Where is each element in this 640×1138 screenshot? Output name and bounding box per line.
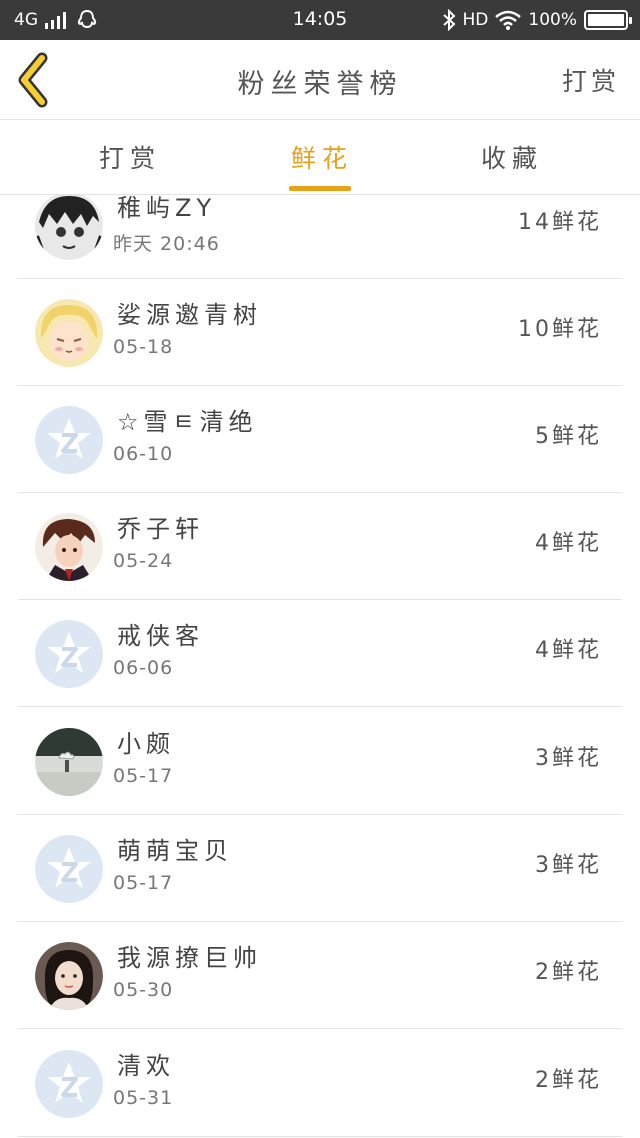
- flower-count: 10鲜花: [518, 317, 602, 342]
- avatar[interactable]: [35, 195, 103, 260]
- status-bar: 4G 14:05 HD 100%: [0, 0, 640, 40]
- gift-date: 05-17: [113, 872, 174, 894]
- user-name: ☆雪ㅌ清绝: [117, 408, 258, 436]
- bluetooth-icon: [442, 9, 455, 31]
- nav-bar: 粉丝荣誉榜 打赏: [0, 40, 640, 120]
- gift-date: 05-18: [113, 336, 174, 358]
- user-name: 小颇: [117, 730, 175, 758]
- tip-button[interactable]: 打赏: [562, 62, 620, 98]
- page-title: 粉丝荣誉榜: [237, 69, 403, 100]
- user-name: 萌萌宝贝: [117, 837, 233, 865]
- avatar[interactable]: [35, 513, 103, 581]
- list-item[interactable]: 稚屿ZY 昨天 20:46 14鲜花: [18, 195, 622, 279]
- battery-icon: [584, 10, 632, 30]
- flower-count: 5鲜花: [535, 424, 602, 449]
- flower-count: 14鲜花: [518, 210, 602, 235]
- flower-count: 3鲜花: [535, 853, 602, 878]
- gift-date: 06-06: [113, 657, 174, 679]
- list-item[interactable]: 我源撩巨帅 05-30 2鲜花: [18, 922, 622, 1029]
- tab-favorites[interactable]: 收藏: [452, 139, 572, 175]
- gift-date: 06-10: [113, 443, 174, 465]
- user-name: 我源撩巨帅: [117, 944, 262, 972]
- avatar[interactable]: [35, 835, 103, 903]
- list-item[interactable]: 萌萌宝贝 05-17 3鲜花: [18, 815, 622, 922]
- list-item[interactable]: 小颇 05-17 3鲜花: [18, 708, 622, 815]
- tab-tip[interactable]: 打赏: [70, 139, 190, 175]
- user-name: 稚屿ZY: [117, 195, 217, 222]
- fan-list[interactable]: 稚屿ZY 昨天 20:46 14鲜花娑源邀青树 05-18 10鲜花 ☆雪ㅌ清绝 06-10…: [0, 195, 640, 1138]
- wifi-icon: [495, 10, 522, 30]
- flower-count: 4鲜花: [535, 531, 602, 556]
- avatar[interactable]: [35, 620, 103, 688]
- gift-date: 05-17: [113, 765, 174, 787]
- gift-date: 05-24: [113, 550, 174, 572]
- avatar[interactable]: [35, 728, 103, 796]
- gift-date: 05-30: [113, 979, 174, 1001]
- active-tab-indicator: [289, 186, 351, 191]
- tab-bar: 打赏 鲜花 收藏: [0, 121, 640, 195]
- list-item[interactable]: 乔子轩 05-24 4鲜花: [18, 493, 622, 600]
- avatar[interactable]: [35, 406, 103, 474]
- battery-percent: 100%: [528, 10, 577, 30]
- hd-indicator: HD: [462, 10, 489, 30]
- list-item[interactable]: 清欢 05-31 2鲜花: [18, 1030, 622, 1137]
- flower-count: 2鲜花: [535, 1068, 602, 1093]
- avatar[interactable]: [35, 299, 103, 367]
- tab-flowers[interactable]: 鲜花: [262, 139, 382, 175]
- gift-date: 昨天 20:46: [113, 233, 220, 255]
- user-name: 戒侠客: [117, 622, 204, 650]
- flower-count: 4鲜花: [535, 638, 602, 663]
- list-item[interactable]: 娑源邀青树 05-18 10鲜花: [18, 279, 622, 386]
- user-name: 娑源邀青树: [117, 301, 262, 329]
- avatar[interactable]: [35, 942, 103, 1010]
- list-item[interactable]: ☆雪ㅌ清绝 06-10 5鲜花: [18, 386, 622, 493]
- flower-count: 2鲜花: [535, 960, 602, 985]
- user-name: 清欢: [117, 1052, 175, 1080]
- avatar[interactable]: [35, 1050, 103, 1118]
- gift-date: 05-31: [113, 1087, 174, 1109]
- list-item[interactable]: 戒侠客 06-06 4鲜花: [18, 600, 622, 707]
- user-name: 乔子轩: [117, 515, 204, 543]
- flower-count: 3鲜花: [535, 746, 602, 771]
